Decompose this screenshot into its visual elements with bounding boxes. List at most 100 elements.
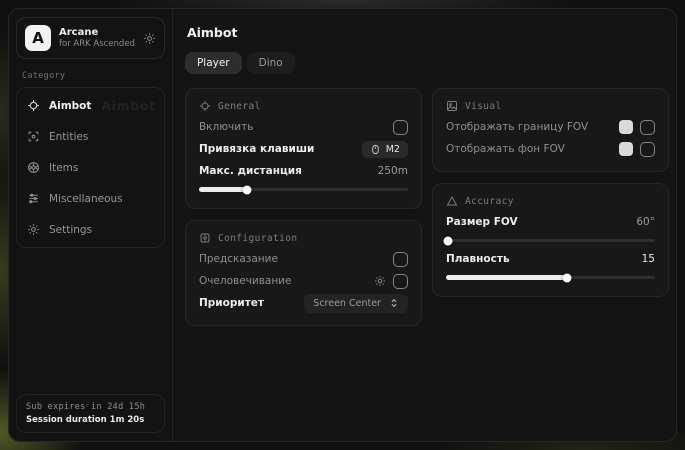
visual-title: Visual bbox=[465, 101, 502, 112]
app-title: Arcane bbox=[59, 27, 135, 39]
slider-thumb[interactable] bbox=[444, 236, 453, 245]
visual-card: Visual Отображать границу FOV Отображать… bbox=[432, 88, 669, 172]
fov-border-row: Отображать границу FOV bbox=[446, 116, 655, 138]
prediction-checkbox[interactable] bbox=[393, 252, 408, 267]
keybind-label: Привязка клавиши bbox=[199, 143, 314, 155]
mouse-icon bbox=[370, 144, 381, 155]
fov-bg-checkbox[interactable] bbox=[640, 142, 655, 157]
priority-row: Приоритет Screen Center bbox=[199, 292, 408, 314]
general-title: General bbox=[218, 101, 261, 112]
right-column: Visual Отображать границу FOV Отображать… bbox=[432, 88, 669, 297]
app-logo-card: A Arcane for ARK Ascended bbox=[16, 17, 165, 59]
distance-value: 250m bbox=[378, 165, 408, 177]
general-card: General Включить Привязка клавиши M2 bbox=[185, 88, 422, 209]
humanization-row: Очеловечивание bbox=[199, 270, 408, 292]
distance-slider[interactable] bbox=[199, 184, 408, 194]
slider-fill bbox=[446, 275, 567, 280]
slider-thumb[interactable] bbox=[563, 273, 572, 282]
smoothness-slider[interactable] bbox=[446, 272, 655, 282]
fov-bg-label: Отображать фон FOV bbox=[446, 143, 565, 155]
tab-dino[interactable]: Dino bbox=[247, 52, 295, 74]
fov-size-slider[interactable] bbox=[446, 235, 655, 245]
sidebar-item-aimbot[interactable]: Aimbot Aimbot bbox=[17, 90, 164, 121]
slider-thumb[interactable] bbox=[243, 185, 252, 194]
sidebar-item-label: Miscellaneous bbox=[49, 193, 123, 205]
sidebar-item-miscellaneous[interactable]: Miscellaneous bbox=[17, 183, 164, 214]
session-duration-text: Session duration 1m 20s bbox=[26, 415, 155, 425]
fov-bg-row: Отображать фон FOV bbox=[446, 138, 655, 160]
smoothness-label: Плавность bbox=[446, 253, 510, 265]
fov-size-row: Размер FOV 60° bbox=[446, 211, 655, 233]
sub-expiry-text: Sub expires in 24d 15h bbox=[26, 402, 155, 412]
fov-border-label: Отображать границу FOV bbox=[446, 121, 588, 133]
fov-bg-color-swatch[interactable] bbox=[619, 142, 633, 156]
configuration-title: Configuration bbox=[218, 233, 298, 244]
slider-track[interactable] bbox=[446, 239, 655, 242]
tab-bar: Player Dino bbox=[185, 52, 669, 74]
sidebar-item-label: Settings bbox=[49, 224, 92, 236]
tab-player[interactable]: Player bbox=[185, 52, 242, 74]
keybind-button[interactable]: M2 bbox=[362, 141, 408, 158]
sidebar-item-label: Aimbot bbox=[49, 100, 91, 112]
image-icon bbox=[446, 100, 458, 112]
prediction-row: Предсказание bbox=[199, 248, 408, 270]
sidebar-gear-icon[interactable] bbox=[143, 32, 156, 45]
gear-icon bbox=[27, 223, 40, 236]
accuracy-card: Accuracy Размер FOV 60° Плавность 15 bbox=[432, 183, 669, 297]
humanization-checkbox[interactable] bbox=[393, 274, 408, 289]
page-title: Aimbot bbox=[187, 25, 669, 40]
configuration-card: Configuration Предсказание Очеловечивани… bbox=[185, 220, 422, 326]
left-column: General Включить Привязка клавиши M2 bbox=[185, 88, 422, 326]
priority-label: Приоритет bbox=[199, 297, 264, 309]
crosshair-icon bbox=[199, 100, 211, 112]
sidebar-item-items[interactable]: Items bbox=[17, 152, 164, 183]
sidebar-item-settings[interactable]: Settings bbox=[17, 214, 164, 245]
enable-label: Включить bbox=[199, 121, 253, 133]
sidebar-item-label: Entities bbox=[49, 131, 88, 143]
enable-checkbox[interactable] bbox=[393, 120, 408, 135]
keybind-value: M2 bbox=[386, 144, 400, 155]
configuration-header: Configuration bbox=[199, 232, 408, 244]
enable-row: Включить bbox=[199, 116, 408, 138]
fov-bg-controls bbox=[619, 142, 655, 157]
distance-row: Макс. дистанция 250m bbox=[199, 160, 408, 182]
distance-label: Макс. дистанция bbox=[199, 165, 302, 177]
app-title-block: Arcane for ARK Ascended bbox=[59, 27, 135, 50]
sidebar-item-label: Items bbox=[49, 162, 78, 174]
priority-value: Screen Center bbox=[313, 298, 381, 309]
humanization-controls bbox=[374, 274, 408, 289]
triangle-icon bbox=[446, 195, 458, 207]
prediction-label: Предсказание bbox=[199, 253, 278, 265]
sliders-icon bbox=[27, 192, 40, 205]
sidebar-spacer bbox=[16, 248, 165, 394]
app-logo: A bbox=[25, 25, 51, 51]
humanization-label: Очеловечивание bbox=[199, 275, 292, 287]
fov-border-controls bbox=[619, 120, 655, 135]
fov-size-label: Размер FOV bbox=[446, 216, 518, 228]
sidebar: A Arcane for ARK Ascended Category Aimbo… bbox=[9, 9, 173, 441]
fov-size-value: 60° bbox=[636, 216, 655, 228]
keybind-row: Привязка клавиши M2 bbox=[199, 138, 408, 160]
aimbot-watermark: Aimbot bbox=[101, 99, 155, 113]
content-grid: General Включить Привязка клавиши M2 bbox=[185, 88, 669, 326]
select-chevrons-icon bbox=[389, 298, 399, 308]
priority-dropdown[interactable]: Screen Center bbox=[304, 294, 408, 313]
fov-border-checkbox[interactable] bbox=[640, 120, 655, 135]
crosshair-icon bbox=[27, 99, 40, 112]
app-window: A Arcane for ARK Ascended Category Aimbo… bbox=[8, 8, 677, 442]
visual-header: Visual bbox=[446, 100, 655, 112]
app-subtitle: for ARK Ascended bbox=[59, 39, 135, 50]
sidebar-item-entities[interactable]: Entities bbox=[17, 121, 164, 152]
general-header: General bbox=[199, 100, 408, 112]
slider-fill bbox=[199, 187, 247, 192]
tune-icon bbox=[199, 232, 211, 244]
smoothness-value: 15 bbox=[642, 253, 655, 265]
subscription-info: Sub expires in 24d 15h Session duration … bbox=[16, 394, 165, 433]
fov-border-color-swatch[interactable] bbox=[619, 120, 633, 134]
accuracy-title: Accuracy bbox=[465, 196, 514, 207]
package-icon bbox=[27, 161, 40, 174]
main-panel: Aimbot Player Dino General Включить bbox=[173, 9, 677, 441]
accuracy-header: Accuracy bbox=[446, 195, 655, 207]
smoothness-row: Плавность 15 bbox=[446, 248, 655, 270]
humanization-gear-icon[interactable] bbox=[374, 275, 386, 287]
